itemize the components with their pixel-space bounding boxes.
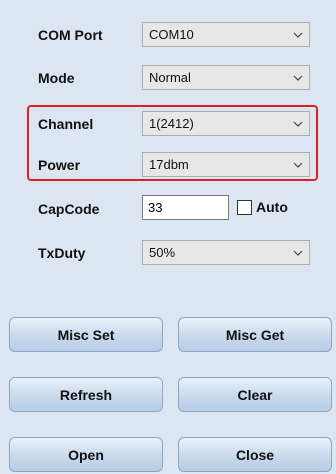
chevron-down-icon[interactable] xyxy=(287,241,309,264)
txduty-value: 50% xyxy=(149,245,176,260)
capcode-input[interactable]: 33 xyxy=(142,195,229,220)
mode-select[interactable]: Normal xyxy=(142,65,310,90)
mode-label: Mode xyxy=(38,70,75,86)
power-select[interactable]: 17dbm xyxy=(142,152,310,177)
mode-value: Normal xyxy=(149,70,191,85)
channel-label: Channel xyxy=(38,116,94,132)
auto-checkbox-group[interactable]: Auto xyxy=(237,199,288,215)
refresh-button[interactable]: Refresh xyxy=(9,377,163,412)
auto-label: Auto xyxy=(256,199,288,215)
com-port-select[interactable]: COM10 xyxy=(142,22,310,47)
chevron-down-icon[interactable] xyxy=(287,23,309,46)
channel-select[interactable]: 1(2412) xyxy=(142,111,310,136)
misc-set-button[interactable]: Misc Set xyxy=(9,317,163,352)
clear-button[interactable]: Clear xyxy=(178,377,332,412)
chevron-down-icon[interactable] xyxy=(287,66,309,89)
close-button[interactable]: Close xyxy=(178,437,332,472)
chevron-down-icon[interactable] xyxy=(287,112,309,135)
channel-value: 1(2412) xyxy=(149,116,194,131)
capcode-label: CapCode xyxy=(38,201,100,217)
open-button[interactable]: Open xyxy=(9,437,163,472)
com-port-label: COM Port xyxy=(38,27,103,43)
misc-get-button[interactable]: Misc Get xyxy=(178,317,332,352)
auto-checkbox[interactable] xyxy=(237,199,252,215)
chevron-down-icon[interactable] xyxy=(287,153,309,176)
power-label: Power xyxy=(38,157,81,173)
power-value: 17dbm xyxy=(149,157,189,172)
com-port-value: COM10 xyxy=(149,27,194,42)
txduty-select[interactable]: 50% xyxy=(142,240,310,265)
txduty-label: TxDuty xyxy=(38,245,86,261)
